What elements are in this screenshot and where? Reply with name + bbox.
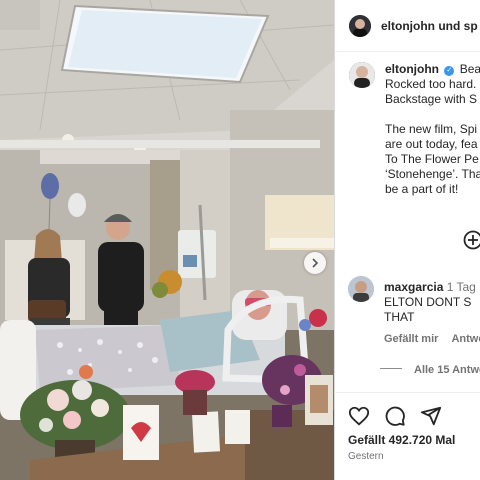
comment-item: maxgarcia 1 Tag ELTON DONT S THAT Gefäll… [348,276,480,345]
comment-line: ELTON DONT S [384,295,472,309]
share-icon[interactable] [420,405,442,427]
caption-avatar[interactable] [349,62,375,88]
comment-like-button[interactable]: Gefällt mir [384,333,438,345]
verified-badge-icon: ✓ [444,66,455,76]
carousel-next-button[interactable] [304,252,326,274]
comment-username[interactable]: maxgarcia [384,280,443,294]
author-avatar[interactable] [349,14,371,37]
caption-username[interactable]: eltonjohn [385,62,439,76]
comment-line: THAT [384,310,415,324]
post-photo[interactable] [0,0,334,480]
caption-line: To The Flower Pe [385,152,479,166]
post-actions: Gefällt 492.720 Mal Gestern [334,392,480,480]
header-username[interactable]: eltonjohn und sp [381,19,478,33]
caption-line: be a part of it! [385,182,459,196]
comment-time: 1 Tag [446,280,476,294]
heart-icon[interactable] [348,405,370,427]
caption-line: The new film, Spi [385,122,478,136]
avatar-image [349,62,375,88]
caption-line: ‘Stonehenge’. Tha [385,167,480,181]
avatar-image [348,276,374,302]
caption-text: eltonjohn ✓ Bear Rocked too hard. Backst… [385,62,480,197]
like-count[interactable]: Gefällt 492.720 Mal [348,433,455,447]
caption-line: are out today, fea [385,137,478,151]
post-date: Gestern [348,451,384,462]
comment-avatar[interactable] [348,276,374,302]
caption-line-1-tail: Bear [459,62,480,76]
chevron-right-icon [312,258,319,268]
comment-text: maxgarcia 1 Tag ELTON DONT S THAT [384,280,476,325]
add-icon[interactable] [463,230,480,250]
hospital-room-photo [0,0,334,480]
view-replies-button[interactable]: Alle 15 Antwo [380,364,480,376]
caption-line: Rocked too hard. [385,77,477,91]
caption-line: Backstage with S [385,92,478,106]
avatar-image [349,14,371,37]
post-header: eltonjohn und sp [335,0,480,52]
comment-icon[interactable] [384,405,406,427]
post-caption: eltonjohn ✓ Bear Rocked too hard. Backst… [349,62,480,197]
comment-reply-button[interactable]: Antwo [451,333,480,345]
comment-actions: Gefällt mir Antwo [384,333,480,345]
